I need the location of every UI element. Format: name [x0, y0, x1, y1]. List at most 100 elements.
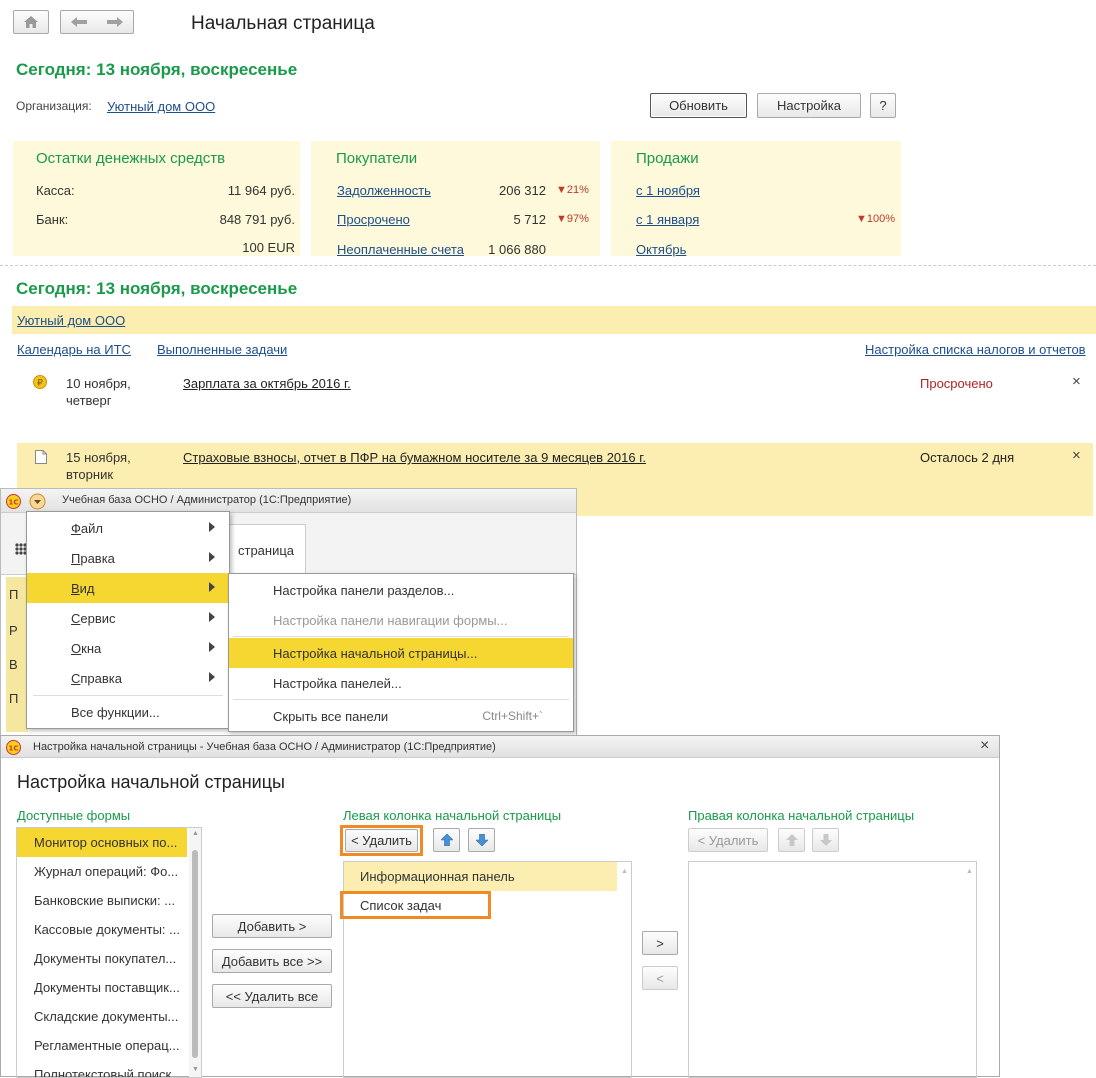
- submenu-divider: [233, 699, 569, 700]
- organization-link[interactable]: Уютный дом ООО: [107, 99, 215, 114]
- down-triangle-icon: ▼: [556, 213, 567, 225]
- overdue-delta: ▼97%: [556, 213, 589, 225]
- settings-button[interactable]: Настройка: [757, 93, 861, 118]
- close-icon[interactable]: ×: [980, 737, 989, 755]
- scroll-up-icon[interactable]: ▲: [192, 830, 199, 837]
- scrollbar-thumb[interactable]: [192, 850, 198, 1058]
- submenu-arrow-icon: [209, 552, 215, 562]
- menu-item-edit[interactable]: Правка: [27, 543, 229, 573]
- menu-item-service[interactable]: Сервис: [27, 603, 229, 633]
- list-item[interactable]: Документы поставщик...: [17, 973, 187, 1002]
- app-titlebar: 1С Учебная база ОСНО / Администратор (1С…: [1, 489, 576, 513]
- dialog-heading: Настройка начальной страницы: [17, 772, 285, 792]
- submenu-arrow-icon: [209, 612, 215, 622]
- submenu-item-form-nav-panel: Настройка панели навигации формы...: [229, 605, 573, 635]
- main-menu-button[interactable]: [29, 493, 46, 510]
- forward-arrow-icon[interactable]: [107, 17, 123, 27]
- overdue-link[interactable]: Просрочено: [337, 212, 410, 227]
- its-calendar-link[interactable]: Календарь на ИТС: [17, 342, 131, 357]
- cash-panel-title: Остатки денежных средств: [36, 150, 226, 167]
- task-status: Осталось 2 дня: [920, 450, 1015, 465]
- add-all-button[interactable]: Добавить все >>: [212, 949, 332, 973]
- scroll-up-icon[interactable]: ▲: [621, 868, 628, 875]
- unpaid-invoices-link[interactable]: Неоплаченные счета: [337, 242, 464, 257]
- unpaid-invoices-value: 1 066 880: [488, 242, 546, 257]
- sales-oct-link[interactable]: Октябрь: [636, 242, 686, 257]
- submenu-item-home-page-settings[interactable]: Настройка начальной страницы...: [229, 638, 573, 668]
- page-title: Начальная страница: [191, 13, 375, 34]
- list-item[interactable]: Кассовые документы: ...: [17, 915, 187, 944]
- menu-item-windows[interactable]: Окна: [27, 633, 229, 663]
- submenu-item-sections-panel[interactable]: Настройка панели разделов...: [229, 575, 573, 605]
- menu-divider: [33, 695, 223, 696]
- menu-item-view[interactable]: Вид: [27, 573, 229, 603]
- sidebar-letter[interactable]: П: [9, 691, 18, 706]
- debt-link[interactable]: Задолженность: [337, 183, 431, 198]
- menu-item-label: Вид: [71, 580, 95, 596]
- debt-delta: ▼21%: [556, 184, 589, 196]
- list-item[interactable]: Информационная панель: [344, 862, 617, 891]
- right-column-list: ▲: [688, 861, 977, 1078]
- list-item[interactable]: Складские документы...: [17, 1002, 187, 1031]
- task-title-link[interactable]: Зарплата за октябрь 2016 г.: [183, 376, 351, 391]
- menu-item-label: Файл: [71, 520, 103, 536]
- sales-jan-link[interactable]: с 1 января: [636, 212, 699, 227]
- list-item[interactable]: Регламентные операц...: [17, 1031, 187, 1060]
- sidebar-letter[interactable]: Р: [9, 623, 18, 638]
- right-move-up-button: [778, 828, 805, 852]
- help-button[interactable]: ?: [870, 93, 896, 118]
- scroll-up-icon[interactable]: ▲: [966, 868, 973, 875]
- tax-settings-link[interactable]: Настройка списка налогов и отчетов: [865, 342, 1086, 357]
- add-button[interactable]: Добавить >: [212, 914, 332, 938]
- submenu-arrow-icon: [209, 672, 215, 682]
- list-item[interactable]: Документы покупател...: [17, 944, 187, 973]
- task-close-icon[interactable]: ×: [1072, 373, 1081, 390]
- move-right-button[interactable]: >: [642, 931, 678, 955]
- remove-all-button[interactable]: << Удалить все: [212, 984, 332, 1008]
- move-up-button[interactable]: [433, 828, 460, 852]
- scrollbar[interactable]: ▲ ▼: [189, 828, 201, 1077]
- done-tasks-link[interactable]: Выполненные задачи: [157, 342, 287, 357]
- submenu-divider: [233, 636, 569, 637]
- delete-button[interactable]: < Удалить: [345, 829, 418, 852]
- list-item[interactable]: Журнал операций: Фо...: [17, 857, 187, 886]
- menu-item-label: Справка: [71, 670, 122, 686]
- buyers-panel-title: Покупатели: [336, 150, 418, 167]
- home-tab-label: страница: [238, 543, 295, 558]
- shortcut-label: Ctrl+Shift+`: [482, 709, 543, 723]
- section-divider: [0, 265, 1096, 266]
- refresh-button[interactable]: Обновить: [650, 93, 747, 118]
- sidebar-letter[interactable]: П: [9, 587, 18, 602]
- menu-item-label: Правка: [71, 550, 115, 566]
- list-item[interactable]: Монитор основных по...: [17, 828, 187, 857]
- list-item[interactable]: Полнотекстовый поиск...: [17, 1060, 187, 1077]
- debt-value: 206 312: [499, 183, 546, 198]
- back-arrow-icon[interactable]: [71, 17, 87, 27]
- overdue-value: 5 712: [513, 212, 546, 227]
- right-move-down-button: [812, 828, 839, 852]
- sales-panel-title: Продажи: [636, 150, 699, 167]
- home-button[interactable]: [13, 10, 49, 34]
- menu-item-file[interactable]: Файл: [27, 513, 229, 543]
- menu-item-help[interactable]: Справка: [27, 663, 229, 693]
- sidebar-letter[interactable]: В: [9, 657, 18, 672]
- buyers-panel: Покупатели Задолженность 206 312 ▼21% Пр…: [311, 141, 600, 257]
- sections-sidebar: П Р В П: [6, 577, 28, 732]
- menu-item-label: Сервис: [71, 610, 116, 626]
- submenu-item-hide-all-panels[interactable]: Скрыть все панели Ctrl+Shift+`: [229, 701, 573, 731]
- sales-nov-link[interactable]: с 1 ноября: [636, 183, 700, 198]
- submenu-item-panels-settings[interactable]: Настройка панелей...: [229, 668, 573, 698]
- document-icon: [35, 450, 47, 464]
- org-band-link[interactable]: Уютный дом ООО: [17, 313, 125, 328]
- menu-item-all-functions[interactable]: Все функции...: [27, 697, 229, 727]
- submenu-item-label: Настройка начальной страницы...: [273, 645, 478, 661]
- move-down-button[interactable]: [468, 828, 495, 852]
- nav-buttons: [60, 10, 134, 34]
- bank-value: 848 791 руб.: [219, 212, 295, 227]
- home-tab[interactable]: страница: [229, 524, 306, 574]
- scroll-down-icon[interactable]: ▼: [192, 1066, 199, 1073]
- home-icon: [24, 16, 38, 28]
- list-item[interactable]: Банковские выписки: ...: [17, 886, 187, 915]
- task-close-icon[interactable]: ×: [1072, 447, 1081, 464]
- task-title-link[interactable]: Страховые взносы, отчет в ПФР на бумажно…: [183, 450, 646, 465]
